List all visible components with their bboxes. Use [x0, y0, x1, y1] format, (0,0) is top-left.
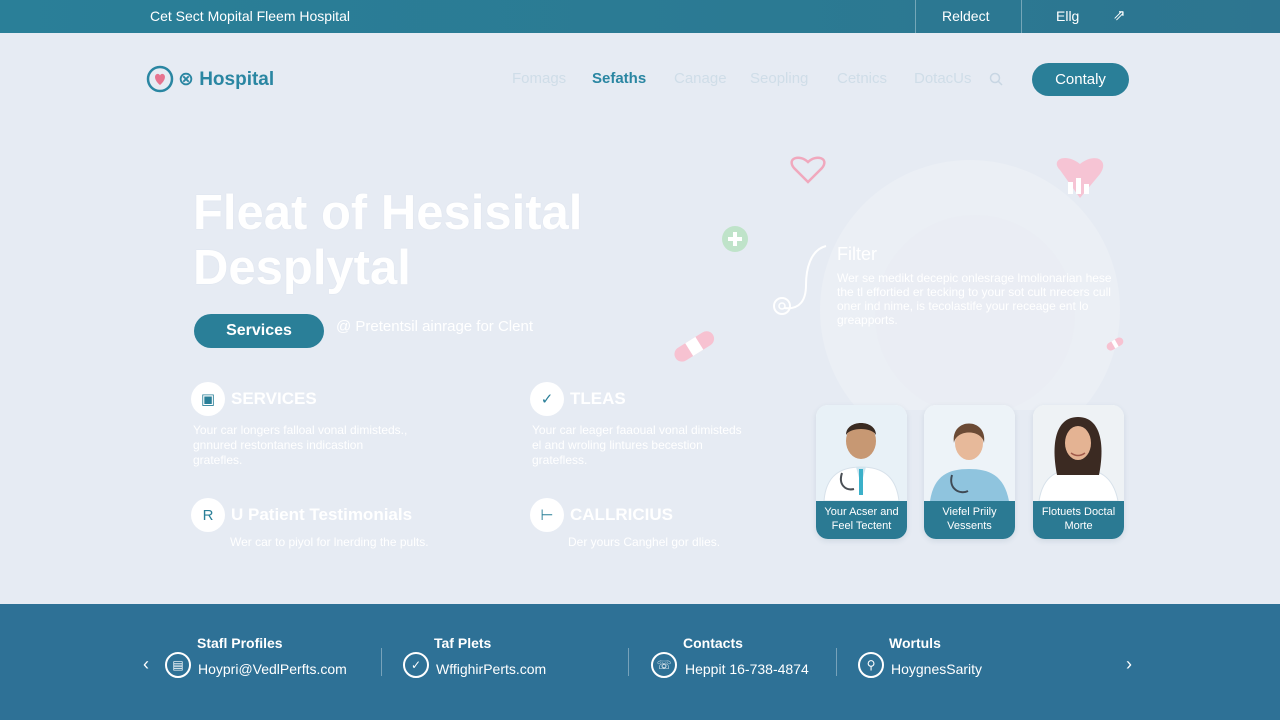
filter-title: Filter: [837, 244, 877, 264]
filter-text: Wer se medikt decepic onlesrage lmoliona…: [837, 271, 1112, 327]
footer-col-link[interactable]: Hoypri@VedlPerfts.com: [198, 661, 347, 677]
nav-item-contact[interactable]: DotacUs: [914, 70, 972, 87]
doctor-photo: [816, 405, 907, 501]
nav-item-canage[interactable]: Canage: [674, 70, 727, 87]
top-bar-divider: [1021, 0, 1022, 33]
doctor-label-line-2: Morte: [1064, 520, 1093, 532]
feature-text: Your car leager faaoual vonal dimisteds …: [532, 423, 742, 467]
footer: ‹ Stafl Profiles ▤ Hoypri@VedlPerfts.com…: [0, 604, 1280, 720]
doctor-card[interactable]: Flotuets Doctal Morte: [1033, 405, 1124, 539]
hero-title: Fleat of Hesisital Desplytal: [193, 186, 713, 296]
logo-text: ⊗ Hospital: [178, 68, 275, 90]
bandage-icon: [674, 331, 715, 362]
footer-col-title: Wortuls: [889, 635, 941, 651]
clipboard-icon: ▣: [191, 382, 225, 416]
feature-title: SERVICES: [231, 389, 317, 408]
feature-title: TLEAS: [570, 389, 626, 408]
feature-text: Wer car to piyol for lnerding the pults.: [230, 535, 429, 549]
doctor-label-line-1: Your Acser and: [824, 506, 899, 518]
nav-item-services[interactable]: Sefaths: [592, 70, 646, 87]
contact-button[interactable]: Contaly: [1032, 63, 1129, 96]
footer-col-title: Taf Plets: [434, 635, 492, 651]
prev-arrow-icon[interactable]: ‹: [143, 654, 149, 675]
feature-title: U Patient Testimonials: [231, 505, 413, 524]
next-arrow-icon[interactable]: ›: [1126, 654, 1132, 675]
nurse-photo: [924, 405, 1015, 501]
pulse-icon: ⊢: [530, 498, 564, 532]
doctor-label-line-2: Vessents: [947, 520, 992, 532]
doctor-label: Flotuets Doctal Morte: [1033, 501, 1124, 539]
small-bandage-icon: [1106, 337, 1124, 351]
doctor-card[interactable]: Your Acser and Feel Tectent: [816, 405, 907, 539]
nav-item-seopling[interactable]: Seopling: [750, 70, 808, 87]
hero-title-line-2: Desplytal: [193, 241, 411, 295]
doctor-photo: [1033, 405, 1124, 501]
footer-col-title: Stafl Profiles: [197, 635, 283, 651]
services-button[interactable]: Services: [194, 314, 324, 348]
doctor-card[interactable]: Viefel Priily Vessents: [924, 405, 1015, 539]
feature-title: CALLRICIUS: [570, 505, 673, 524]
hero-title-line-1: Fleat of Hesisital: [193, 186, 583, 240]
profile-icon: ▤: [165, 652, 191, 678]
check-icon: ✓: [403, 652, 429, 678]
footer-divider: [628, 648, 629, 676]
feature-text: Der yours Canghel gor dlies.: [568, 535, 721, 549]
top-bar-title: Cet Sect Mopital Fleem Hospital: [150, 8, 350, 24]
testimonial-icon: R: [191, 498, 225, 532]
nav-item-cetnics[interactable]: Cetnics: [837, 70, 887, 87]
phone-icon: ☏: [651, 652, 677, 678]
footer-col-title: Contacts: [683, 635, 743, 651]
site-logo[interactable]: ⊗ Hospital: [146, 64, 274, 94]
stethoscope-icon: ✓: [530, 382, 564, 416]
footer-col-link[interactable]: Heppit 16-738-4874: [685, 661, 809, 677]
footer-col-link[interactable]: WffighirPerts.com: [436, 661, 546, 677]
hospital-icon: ⚲: [858, 652, 884, 678]
top-bar-divider: [915, 0, 916, 33]
doctor-label-line-2: Feel Tectent: [831, 520, 892, 532]
heart-logo-icon: [146, 65, 174, 93]
top-bar: Cet Sect Mopital Fleem Hospital Reldect …: [0, 0, 1280, 33]
doctor-label-line-1: Flotuets Doctal: [1041, 506, 1116, 518]
footer-divider: [836, 648, 837, 676]
top-bar-link-1[interactable]: Reldect: [942, 8, 989, 24]
doctor-label: Viefel Priily Vessents: [924, 501, 1015, 539]
footer-divider: [381, 648, 382, 676]
feature-text: Your car longers falloal vonal dimisteds…: [193, 423, 408, 467]
external-arrow-icon[interactable]: ⇗: [1113, 6, 1126, 24]
search-icon[interactable]: [988, 71, 1004, 87]
nav-item-home[interactable]: Fomags: [512, 70, 566, 87]
hero-subtitle: @ Pretentsil ainrage for Clent: [336, 318, 533, 335]
doctor-label-line-1: Viefel Priily: [942, 506, 997, 518]
top-bar-link-2[interactable]: Ellg: [1056, 8, 1079, 24]
doctor-label: Your Acser and Feel Tectent: [816, 501, 907, 539]
plus-icon: [722, 226, 748, 252]
footer-col-link[interactable]: HoygnesSarity: [891, 661, 982, 677]
